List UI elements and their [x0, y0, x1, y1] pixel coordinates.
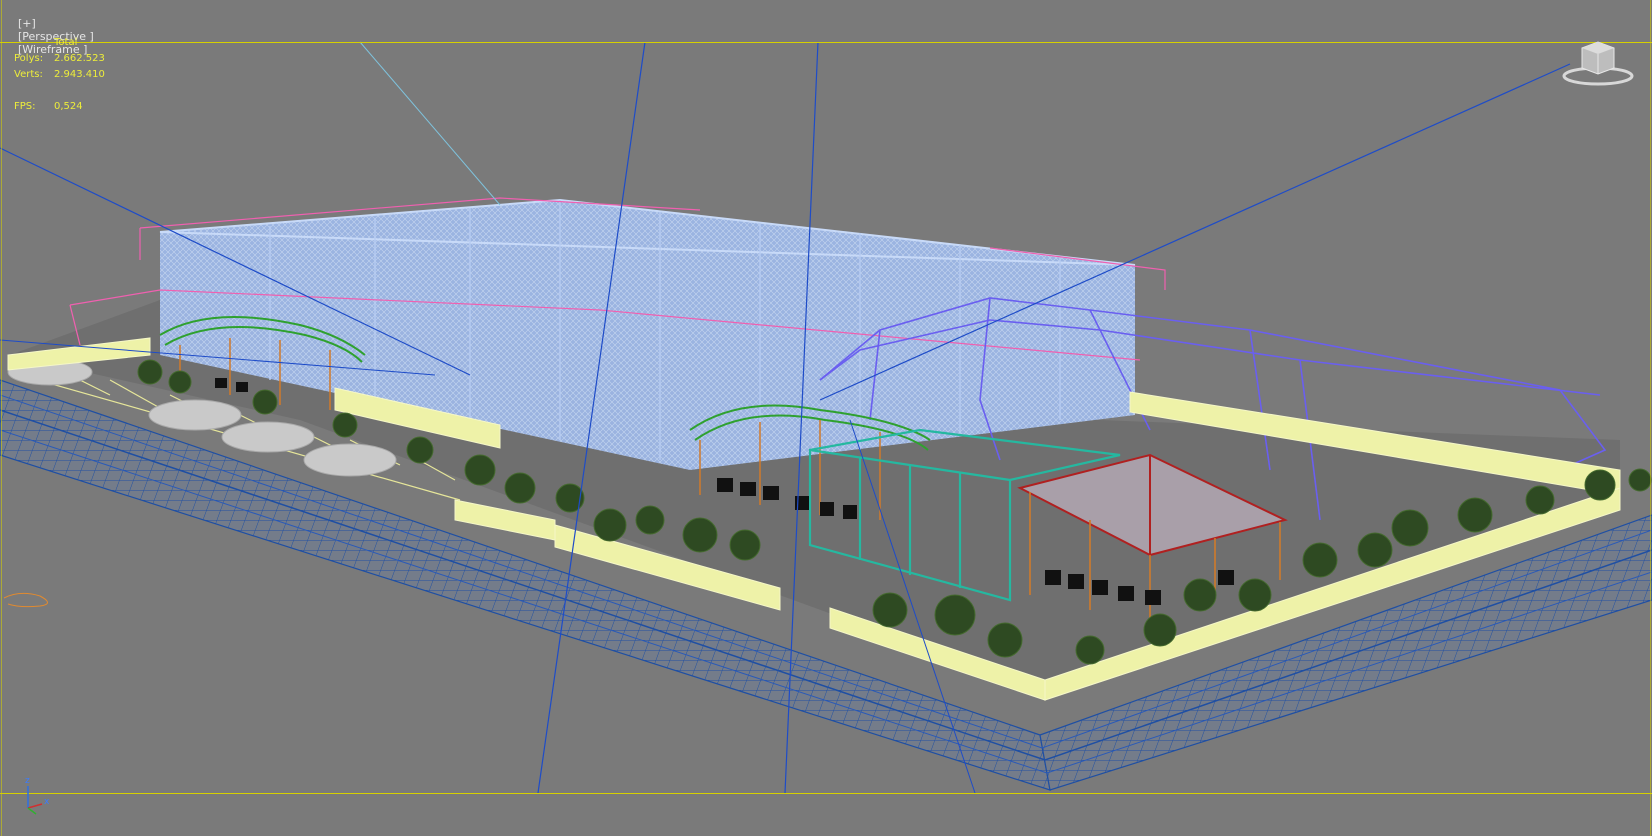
viewport-plus-menu[interactable]: [+]: [18, 17, 36, 30]
viewport-active-border-left: [1, 0, 2, 836]
stats-verts-row: Verts: 2.943.410: [14, 67, 105, 83]
stats-fps-row: FPS: 0,524: [14, 99, 105, 115]
stats-polys-value: 2.662.523: [54, 53, 105, 64]
axis-x-label: x: [44, 797, 50, 807]
viewport-active-border-top: [0, 42, 1652, 43]
viewcube-icon[interactable]: [1562, 38, 1634, 86]
stats-fps-value: 0,524: [54, 101, 83, 112]
viewport-active-border-bottom: [0, 793, 1652, 794]
stats-polys-row: Polys: 2.662.523: [14, 51, 105, 67]
axis-tripod-icon: z x: [25, 776, 50, 815]
statistics-overlay: Total Polys: 2.662.523 Verts: 2.943.410 …: [14, 35, 105, 115]
stats-polys-label: Polys:: [14, 53, 44, 64]
viewport-active-border-right: [1650, 0, 1651, 836]
stats-header: Total: [54, 37, 78, 48]
wireframe-scene[interactable]: [0, 0, 1652, 836]
stats-verts-value: 2.943.410: [54, 69, 105, 80]
axis-z-label: z: [25, 776, 30, 786]
stats-verts-label: Verts:: [14, 69, 43, 80]
stats-fps-label: FPS:: [14, 101, 36, 112]
perspective-viewport[interactable]: [+] [Perspective ] [Wireframe ] Total Po…: [0, 0, 1652, 836]
